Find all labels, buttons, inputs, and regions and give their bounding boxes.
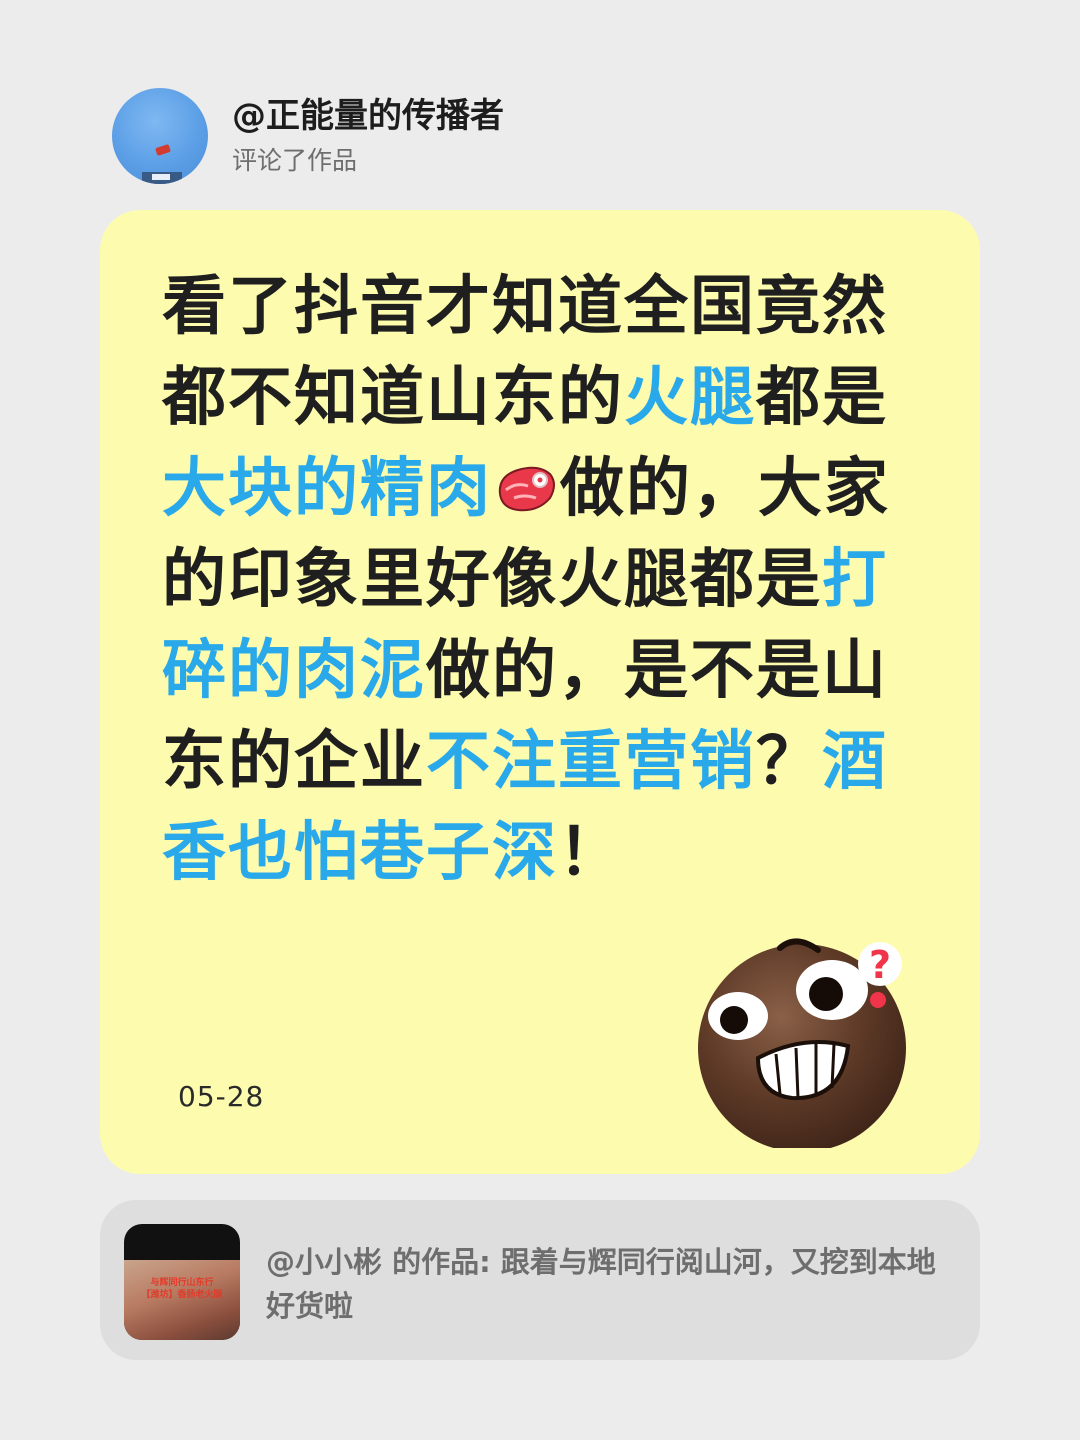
confused-grin-face-sticker: ? [698, 938, 906, 1148]
action-label: 评论了作品 [232, 146, 358, 175]
comment-text-segment: ？ [756, 725, 822, 799]
work-description[interactable]: @小小彬 的作品: 跟着与辉同行阅山河，又挖到本地好货啦 [266, 1240, 946, 1328]
comment-share-page: @正能量的传播者 评论了作品 看了抖音才知道全国竟然都不知道山东的火腿都是大块的… [0, 0, 1080, 1440]
question-mark: ? [869, 943, 891, 987]
thumbnail-caption-2: 【潍坊】香肠老火腿 [141, 1290, 223, 1300]
highlighted-text: 火腿 [624, 361, 756, 435]
referenced-work-card[interactable]: 与辉同行山东行 【潍坊】香肠老火腿 @小小彬 的作品: 跟着与辉同行阅山河，又挖… [100, 1200, 980, 1360]
comment-text-segment: 都是 [756, 361, 888, 435]
highlighted-text: 不注重营销 [426, 725, 756, 799]
thumbnail-caption-1: 与辉同行山东行 [150, 1278, 214, 1288]
comment-text-segment: ！ [558, 816, 624, 890]
right-pupil [809, 977, 843, 1011]
comment-text: 看了抖音才知道全国竟然都不知道山东的火腿都是大块的精肉 做的，大家的印象里好像火腿… [162, 262, 902, 899]
left-pupil [720, 1006, 748, 1034]
kite-shape [155, 144, 171, 156]
comment-date: 05-28 [178, 1080, 265, 1113]
username[interactable]: @正能量的传播者 [232, 94, 504, 138]
comment-card: 看了抖音才知道全国竟然都不知道山东的火腿都是大块的精肉 做的，大家的印象里好像火腿… [100, 210, 980, 1174]
thumbnail-photo [124, 1260, 240, 1340]
meat-emoji-icon [494, 450, 558, 512]
building-window-shape [152, 174, 170, 180]
header-text: @正能量的传播者 评论了作品 [232, 94, 504, 178]
work-thumbnail[interactable]: 与辉同行山东行 【潍坊】香肠老火腿 [124, 1224, 240, 1340]
highlighted-text: 大块的精肉 [162, 452, 492, 526]
avatar[interactable] [112, 88, 208, 184]
comment-header: @正能量的传播者 评论了作品 [112, 88, 504, 184]
question-dot [870, 992, 886, 1008]
